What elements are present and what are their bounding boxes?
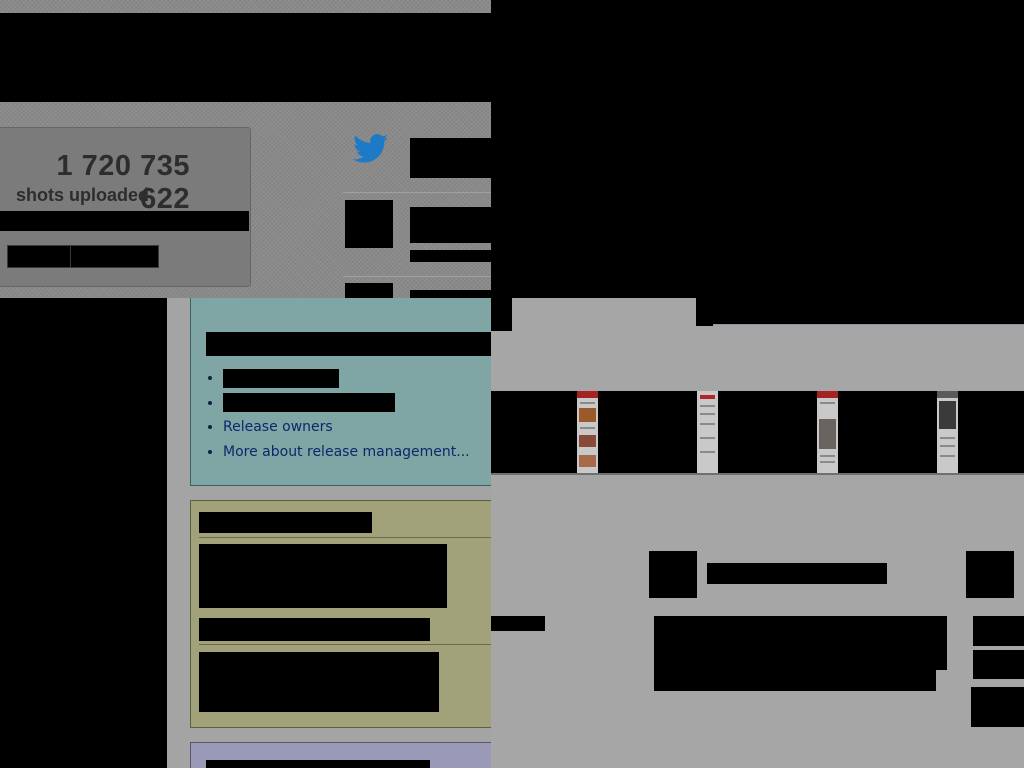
more-release-management-link[interactable]: More about release management...	[223, 444, 470, 460]
stats-tab-2[interactable]	[70, 245, 159, 268]
post-text	[654, 670, 936, 691]
twitter-icon[interactable]	[353, 133, 389, 165]
info-box-text	[199, 652, 439, 712]
info-box-text	[199, 544, 447, 608]
release-box-heading	[206, 332, 491, 356]
thumbnail-strip	[491, 391, 1024, 475]
release-owners-link[interactable]: Release owners	[223, 419, 333, 435]
list-item: Release owners	[223, 415, 470, 440]
page-thumbnail-1[interactable]	[577, 391, 598, 473]
wiki-page: Release owners More about release manage…	[167, 298, 491, 768]
caption	[491, 616, 545, 631]
post-text	[973, 650, 1024, 679]
post-text	[973, 616, 1024, 646]
page-thumbnail-4[interactable]	[937, 391, 958, 473]
author-name[interactable]	[707, 563, 887, 584]
post-text	[654, 616, 947, 670]
shots-label: shots uploaded	[16, 185, 150, 205]
gallery-header-gap	[696, 298, 713, 326]
release-management-box: Release owners More about release manage…	[190, 298, 491, 486]
release-link-2[interactable]	[223, 393, 395, 412]
related-box	[190, 742, 491, 768]
author-avatar[interactable]	[966, 551, 1014, 598]
tweet-text	[410, 207, 491, 243]
stats-bar	[0, 211, 249, 231]
list-item: More about release management...	[223, 440, 470, 465]
list-item	[223, 391, 470, 416]
page-thumbnail-2[interactable]	[697, 391, 718, 473]
gallery-page	[491, 298, 1024, 768]
divider	[343, 192, 491, 193]
divider	[199, 537, 491, 538]
related-box-heading	[206, 760, 430, 768]
info-box-heading	[199, 512, 372, 533]
gallery-header-bar	[713, 298, 1024, 325]
divider	[199, 644, 491, 645]
release-link-list: Release owners More about release manage…	[207, 366, 470, 464]
header-banner	[0, 13, 491, 102]
info-box-subheading	[199, 618, 430, 641]
avatar[interactable]	[345, 200, 393, 248]
gallery-header-left	[491, 298, 512, 331]
tweet-meta	[410, 250, 491, 262]
release-link-1[interactable]	[223, 368, 339, 388]
author-avatar[interactable]	[649, 551, 697, 598]
info-box	[190, 500, 491, 728]
list-item	[223, 366, 470, 391]
divider	[343, 276, 491, 277]
stats-social-panel: 1 720 735 622 shots uploaded	[0, 0, 491, 298]
tweet-text	[410, 290, 491, 298]
post-text	[971, 687, 1024, 727]
avatar[interactable]	[345, 283, 393, 298]
stats-tab-1[interactable]	[7, 245, 71, 268]
shots-count: 1 720 735 622	[56, 150, 190, 215]
tweet-follow-button[interactable]	[410, 138, 491, 178]
page-thumbnail-3[interactable]	[817, 391, 838, 473]
